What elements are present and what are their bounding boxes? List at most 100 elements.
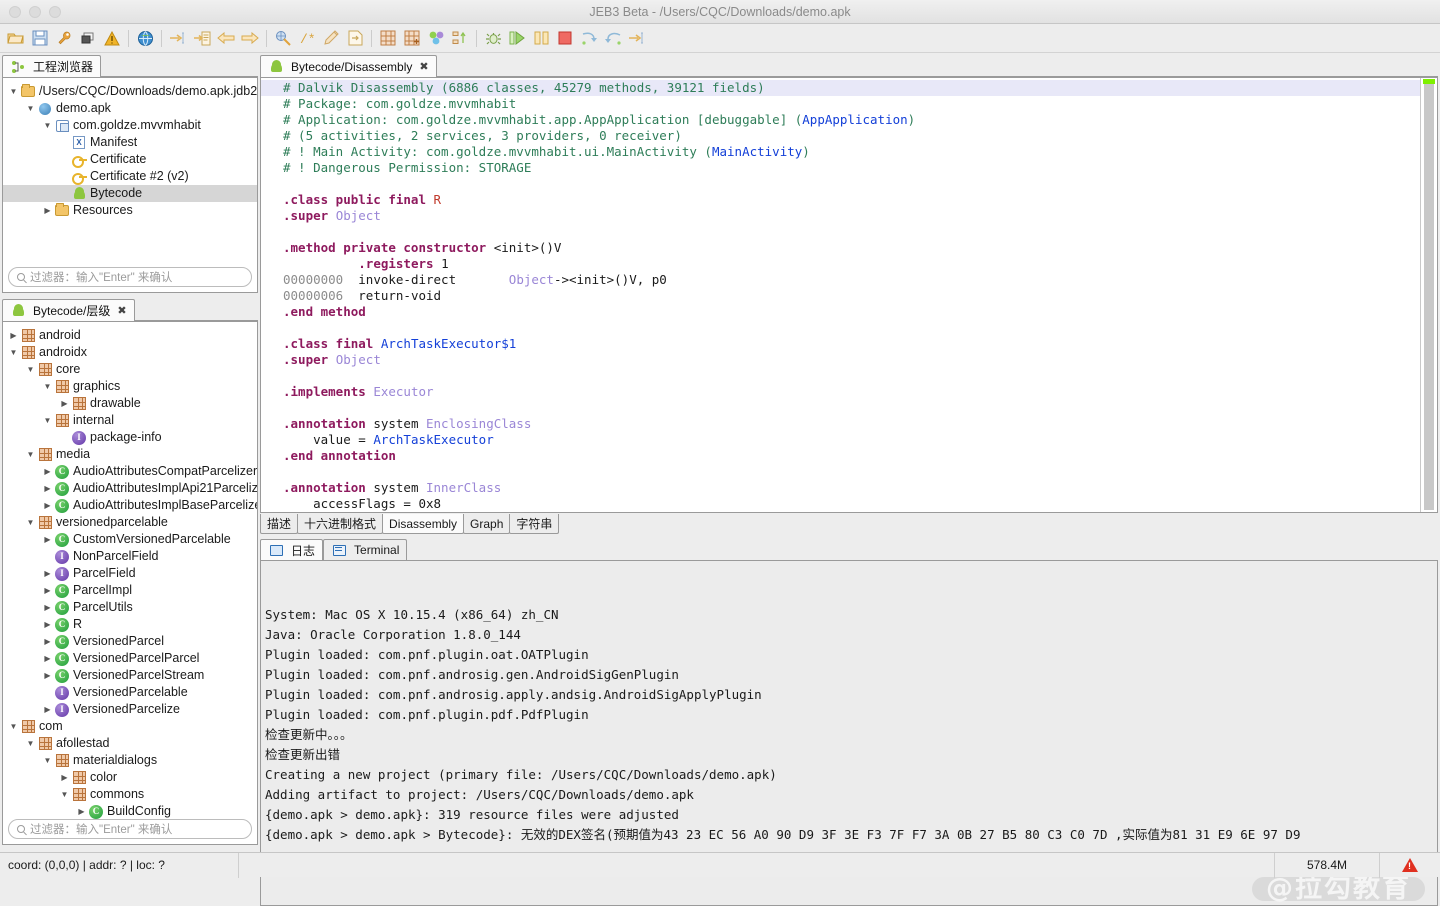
debug-bug-icon[interactable] <box>481 26 505 50</box>
tree-node[interactable]: Certificate #2 (v2) <box>3 168 257 185</box>
tree-expand-arrow[interactable] <box>58 395 71 412</box>
tree-node[interactable]: CCustomVersionedParcelable <box>3 531 257 548</box>
step-over-icon[interactable] <box>577 26 601 50</box>
window-icon[interactable] <box>76 26 100 50</box>
tree-expand-arrow[interactable] <box>7 83 20 100</box>
tree-node[interactable]: android <box>3 327 257 344</box>
tree-node[interactable]: internal <box>3 412 257 429</box>
tree-node[interactable]: core <box>3 361 257 378</box>
edit-pencil-icon[interactable] <box>319 26 343 50</box>
tree-node[interactable]: CBuildConfig <box>3 803 257 820</box>
tree-node[interactable]: CAudioAttributesCompatParcelizer <box>3 463 257 480</box>
wrench-icon[interactable] <box>52 26 76 50</box>
tree-expand-arrow[interactable] <box>41 599 54 616</box>
tree-node[interactable]: X Manifest <box>3 134 257 151</box>
tree-expand-arrow[interactable] <box>24 100 37 117</box>
tree-expand-arrow[interactable] <box>41 497 54 514</box>
tree-node[interactable]: CVersionedParcelParcel <box>3 650 257 667</box>
tree-expand-arrow[interactable] <box>41 463 54 480</box>
tree-expand-arrow[interactable] <box>41 616 54 633</box>
forward-arrow-icon[interactable] <box>238 26 262 50</box>
tree-expand-arrow[interactable] <box>41 412 54 429</box>
tree-node[interactable]: IVersionedParcelize <box>3 701 257 718</box>
run-to-cursor-icon[interactable] <box>625 26 649 50</box>
editor-view-tab[interactable]: 字符串 <box>509 514 560 534</box>
back-arrow-icon[interactable] <box>214 26 238 50</box>
warning-icon[interactable] <box>100 26 124 50</box>
table-plus-icon[interactable] <box>400 26 424 50</box>
tree-node[interactable]: IParcelField <box>3 565 257 582</box>
stop-icon[interactable] <box>553 26 577 50</box>
tree-expand-arrow[interactable] <box>7 344 20 361</box>
step-return-icon[interactable] <box>601 26 625 50</box>
goto-document-icon[interactable] <box>190 26 214 50</box>
tree-node[interactable]: Ipackage-info <box>3 429 257 446</box>
tree-expand-arrow[interactable] <box>7 718 20 735</box>
close-icon[interactable]: ✖ <box>117 304 126 317</box>
editor-view-tab[interactable]: 十六进制格式 <box>297 514 384 534</box>
tree-node[interactable]: com.goldze.mvvmhabit <box>3 117 257 134</box>
tree-expand-arrow[interactable] <box>41 480 54 497</box>
status-memory[interactable]: 578.4M <box>1275 853 1379 878</box>
table-icon[interactable] <box>376 26 400 50</box>
tree-node[interactable]: Certificate <box>3 151 257 168</box>
tree-expand-arrow[interactable] <box>41 378 54 395</box>
minimize-button[interactable] <box>29 5 41 18</box>
tab-bytecode-disassembly[interactable]: Bytecode/Disassembly ✖ <box>260 55 437 77</box>
tree-node[interactable]: CAudioAttributesImplBaseParcelizer <box>3 497 257 514</box>
zoom-button[interactable] <box>49 5 61 18</box>
tree-node[interactable]: CAudioAttributesImplApi21Parcelizer <box>3 480 257 497</box>
tree-node[interactable]: graphics <box>3 378 257 395</box>
tree-expand-arrow[interactable] <box>41 752 54 769</box>
tree-expand-arrow[interactable] <box>24 514 37 531</box>
tree-node[interactable]: CVersionedParcelStream <box>3 667 257 684</box>
export-icon[interactable] <box>343 26 367 50</box>
goto-address-icon[interactable] <box>166 26 190 50</box>
tree-node[interactable]: demo.apk <box>3 100 257 117</box>
editor-view-tabs[interactable]: 描述 十六进制格式 Disassembly Graph 字符串 <box>260 514 1438 535</box>
comment-icon[interactable]: /* <box>295 26 319 50</box>
tree-expand-arrow[interactable] <box>41 701 54 718</box>
tree-node[interactable]: /Users/CQC/Downloads/demo.apk.jdb2 <box>3 83 257 100</box>
editor-view-tab[interactable]: Disassembly <box>382 514 465 534</box>
tree-node[interactable]: commons <box>3 786 257 803</box>
tree-expand-arrow[interactable] <box>41 650 54 667</box>
tree-node[interactable]: Bytecode <box>3 185 257 202</box>
tree-node[interactable]: Resources <box>3 202 257 219</box>
tree-expand-arrow[interactable] <box>41 565 54 582</box>
tree-node[interactable]: I NonParcelField <box>3 548 257 565</box>
tree-expand-arrow[interactable] <box>41 667 54 684</box>
tree-node[interactable]: media <box>3 446 257 463</box>
tree-expand-arrow[interactable] <box>24 446 37 463</box>
close-icon[interactable]: ✖ <box>419 60 428 73</box>
tree-node[interactable]: color <box>3 769 257 786</box>
editor-view-tab[interactable]: Graph <box>463 514 511 534</box>
tree-expand-arrow[interactable] <box>75 803 88 820</box>
tree-node[interactable]: CR <box>3 616 257 633</box>
hierarchy-tree[interactable]: android androidx core graphics drawable inter… <box>3 322 257 820</box>
window-controls[interactable] <box>0 5 61 18</box>
open-project-icon[interactable] <box>4 26 28 50</box>
hierarchy-filter-input[interactable]: 过滤器：输入"Enter" 来确认 <box>8 819 252 839</box>
log-tab[interactable]: 日志 <box>260 539 324 560</box>
tree-node[interactable]: androidx <box>3 344 257 361</box>
hierarchy-icon[interactable] <box>448 26 472 50</box>
tree-expand-arrow[interactable] <box>41 202 54 219</box>
scrollbar-track[interactable] <box>1423 79 1435 511</box>
log-tabstrip[interactable]: 日志 Terminal <box>260 539 1438 560</box>
tree-node[interactable]: I VersionedParcelable <box>3 684 257 701</box>
tree-node[interactable]: versionedparcelable <box>3 514 257 531</box>
tree-node[interactable]: materialdialogs <box>3 752 257 769</box>
tree-node[interactable]: afollestad <box>3 735 257 752</box>
refactor-icon[interactable] <box>271 26 295 50</box>
tree-expand-arrow[interactable] <box>58 769 71 786</box>
project-tree[interactable]: /Users/CQC/Downloads/demo.apk.jdb2 demo.a… <box>3 78 257 219</box>
code-view[interactable]: # Dalvik Disassembly (6886 classes, 4527… <box>261 78 1420 512</box>
graph-nodes-icon[interactable] <box>424 26 448 50</box>
tree-node[interactable]: CVersionedParcel <box>3 633 257 650</box>
tree-expand-arrow[interactable] <box>7 327 20 344</box>
status-warning[interactable] <box>1380 853 1440 878</box>
tree-expand-arrow[interactable] <box>24 361 37 378</box>
editor-view-tab[interactable]: 描述 <box>260 514 299 534</box>
globe-icon[interactable] <box>133 26 157 50</box>
